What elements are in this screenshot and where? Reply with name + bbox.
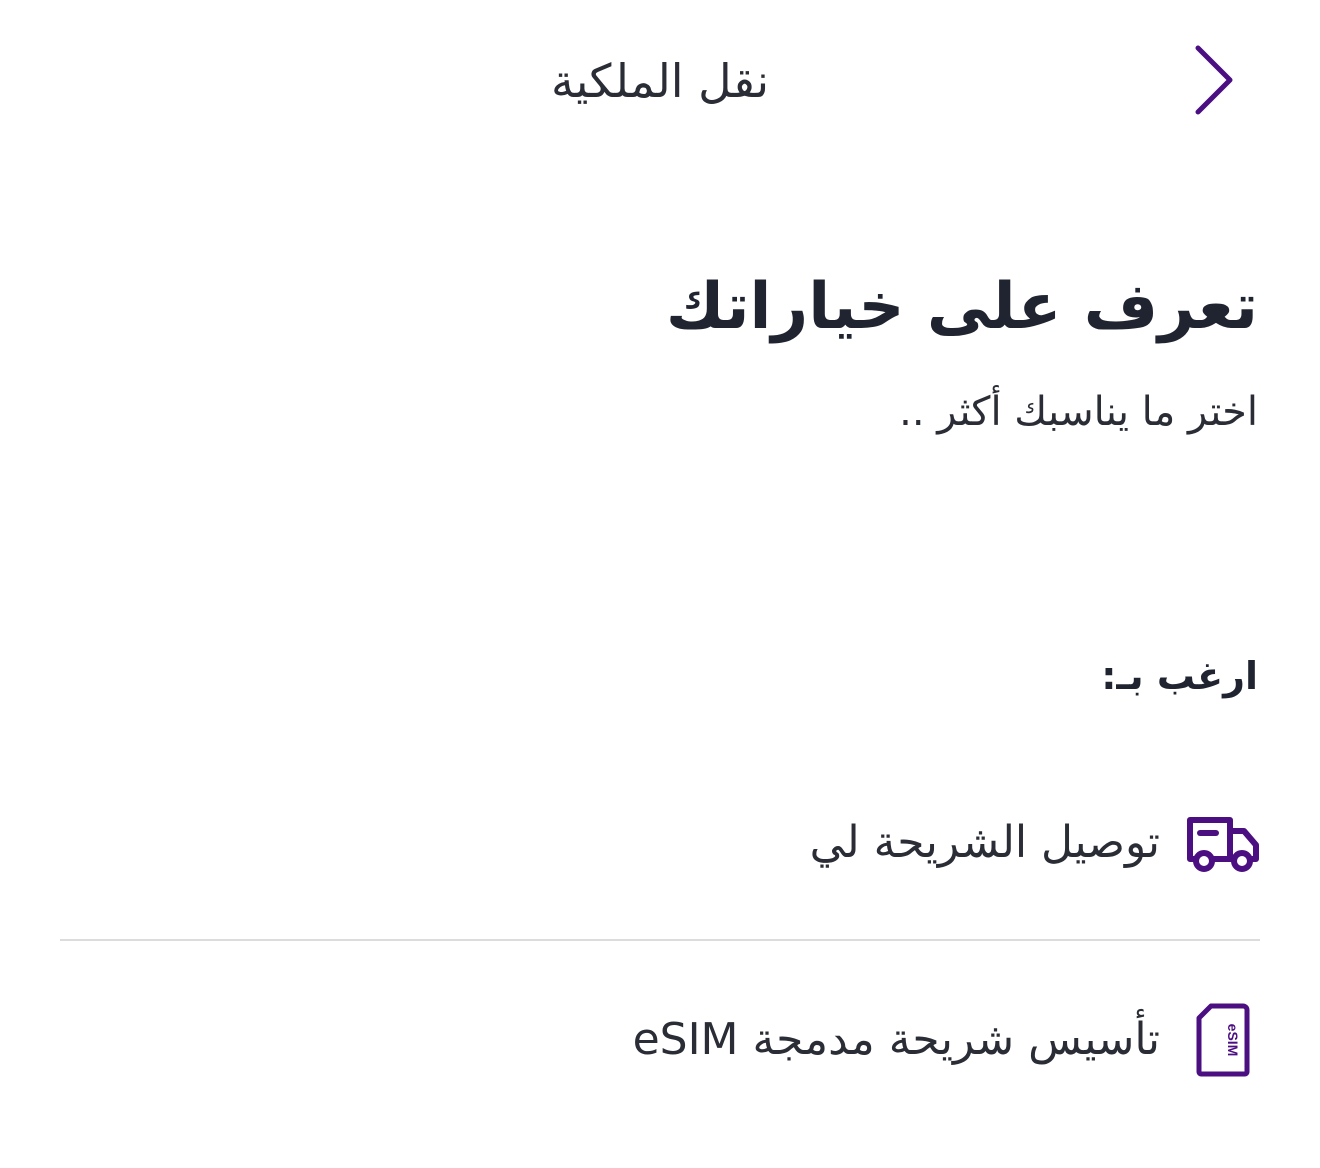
option-setup-esim[interactable]: eSIM تأسيس شريحة مدمجة eSIM [60, 985, 1260, 1095]
option-label-setup-esim: تأسيس شريحة مدمجة eSIM [632, 1014, 1160, 1065]
chevron-right-icon [1195, 45, 1233, 115]
header: نقل الملكية [0, 30, 1320, 130]
delivery-truck-icon [1186, 803, 1260, 883]
bottom-sheet: نقل الملكية تعرف على خياراتك اختر ما ينا… [0, 0, 1320, 1168]
esim-card-icon: eSIM [1186, 1000, 1260, 1080]
back-button[interactable] [1178, 42, 1250, 118]
page-title: نقل الملكية [550, 54, 770, 108]
divider [60, 939, 1260, 941]
option-label-deliver-sim: توصيل الشريحة لي [809, 817, 1160, 868]
svg-text:eSIM: eSIM [1225, 1024, 1241, 1057]
options-heading: تعرف على خياراتك [665, 270, 1258, 344]
option-deliver-sim[interactable]: توصيل الشريحة لي [60, 788, 1260, 898]
section-label: ارغب بـ: [1101, 654, 1258, 698]
options-subheading: اختر ما يناسبك أكثر .. [899, 389, 1258, 435]
